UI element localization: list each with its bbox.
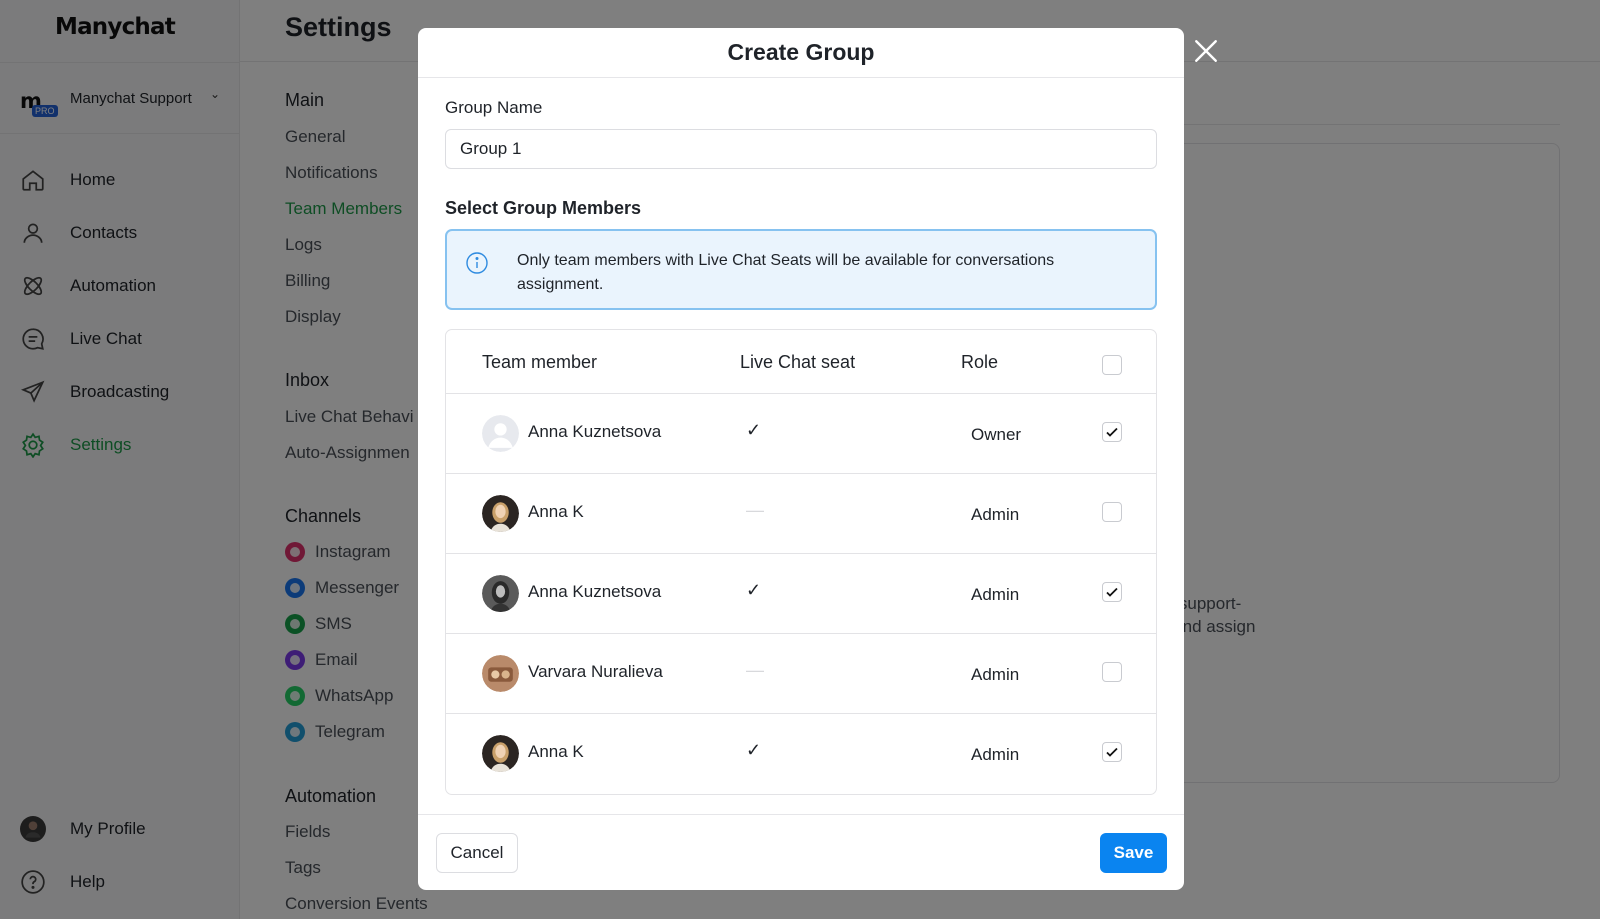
seat-indicator: — <box>746 500 764 520</box>
photo-avatar <box>482 735 519 772</box>
member-checkbox[interactable] <box>1102 662 1122 682</box>
checkmark-icon <box>1106 587 1118 597</box>
member-role: Admin <box>971 745 1020 764</box>
members-table: Team member Live Chat seat Role Anna Kuz… <box>445 329 1157 795</box>
member-role: Admin <box>971 585 1020 604</box>
select-all-checkbox[interactable] <box>1102 355 1122 375</box>
table-row: Anna Kuznetsova ✓ Admin <box>446 554 1156 634</box>
member-name: Anna K <box>528 502 584 521</box>
group-name-input[interactable] <box>445 129 1157 169</box>
seat-indicator: ✓ <box>746 580 762 600</box>
column-header-member: Team member <box>482 352 598 372</box>
create-group-dialog: Create Group Group Name Select Group Mem… <box>418 28 1184 890</box>
member-role: Owner <box>971 425 1022 444</box>
table-row: Anna Kuznetsova ✓ Owner <box>446 394 1156 474</box>
dialog-footer: Cancel Save <box>418 814 1184 890</box>
member-name: Varvara Nuralieva <box>528 662 663 681</box>
member-role: Admin <box>971 665 1020 684</box>
placeholder-avatar <box>482 415 519 452</box>
member-name: Anna Kuznetsova <box>528 582 662 601</box>
member-name: Anna K <box>528 742 584 761</box>
table-row: Anna K — Admin <box>446 474 1156 554</box>
member-name: Anna Kuznetsova <box>528 422 662 441</box>
close-icon[interactable] <box>1193 38 1219 64</box>
member-checkbox[interactable] <box>1102 502 1122 522</box>
dialog-title: Create Group <box>727 39 875 65</box>
table-row: Anna K ✓ Admin <box>446 714 1156 794</box>
group-name-label: Group Name <box>445 98 543 117</box>
table-header: Team member Live Chat seat Role <box>446 330 1156 394</box>
member-checkbox[interactable] <box>1102 422 1122 442</box>
info-text: Only team members with Live Chat Seats w… <box>517 252 1055 293</box>
checkmark-icon <box>1106 747 1118 757</box>
info-icon <box>466 252 488 274</box>
seat-indicator: — <box>746 660 764 680</box>
column-header-seat: Live Chat seat <box>740 352 856 372</box>
member-checkbox[interactable] <box>1102 582 1122 602</box>
photo-avatar <box>482 655 519 692</box>
column-header-role: Role <box>961 352 999 372</box>
seat-indicator: ✓ <box>746 420 762 440</box>
save-button[interactable]: Save <box>1100 833 1167 873</box>
cancel-button[interactable]: Cancel <box>436 833 518 873</box>
seat-indicator: ✓ <box>746 740 762 760</box>
table-row: Varvara Nuralieva — Admin <box>446 634 1156 714</box>
photo-avatar <box>482 495 519 532</box>
checkmark-icon <box>1106 427 1118 437</box>
member-checkbox[interactable] <box>1102 742 1122 762</box>
member-role: Admin <box>971 505 1020 524</box>
dialog-header: Create Group <box>418 28 1184 78</box>
select-members-label: Select Group Members <box>445 198 642 218</box>
photo-avatar <box>482 575 519 612</box>
info-banner: Only team members with Live Chat Seats w… <box>445 229 1157 310</box>
